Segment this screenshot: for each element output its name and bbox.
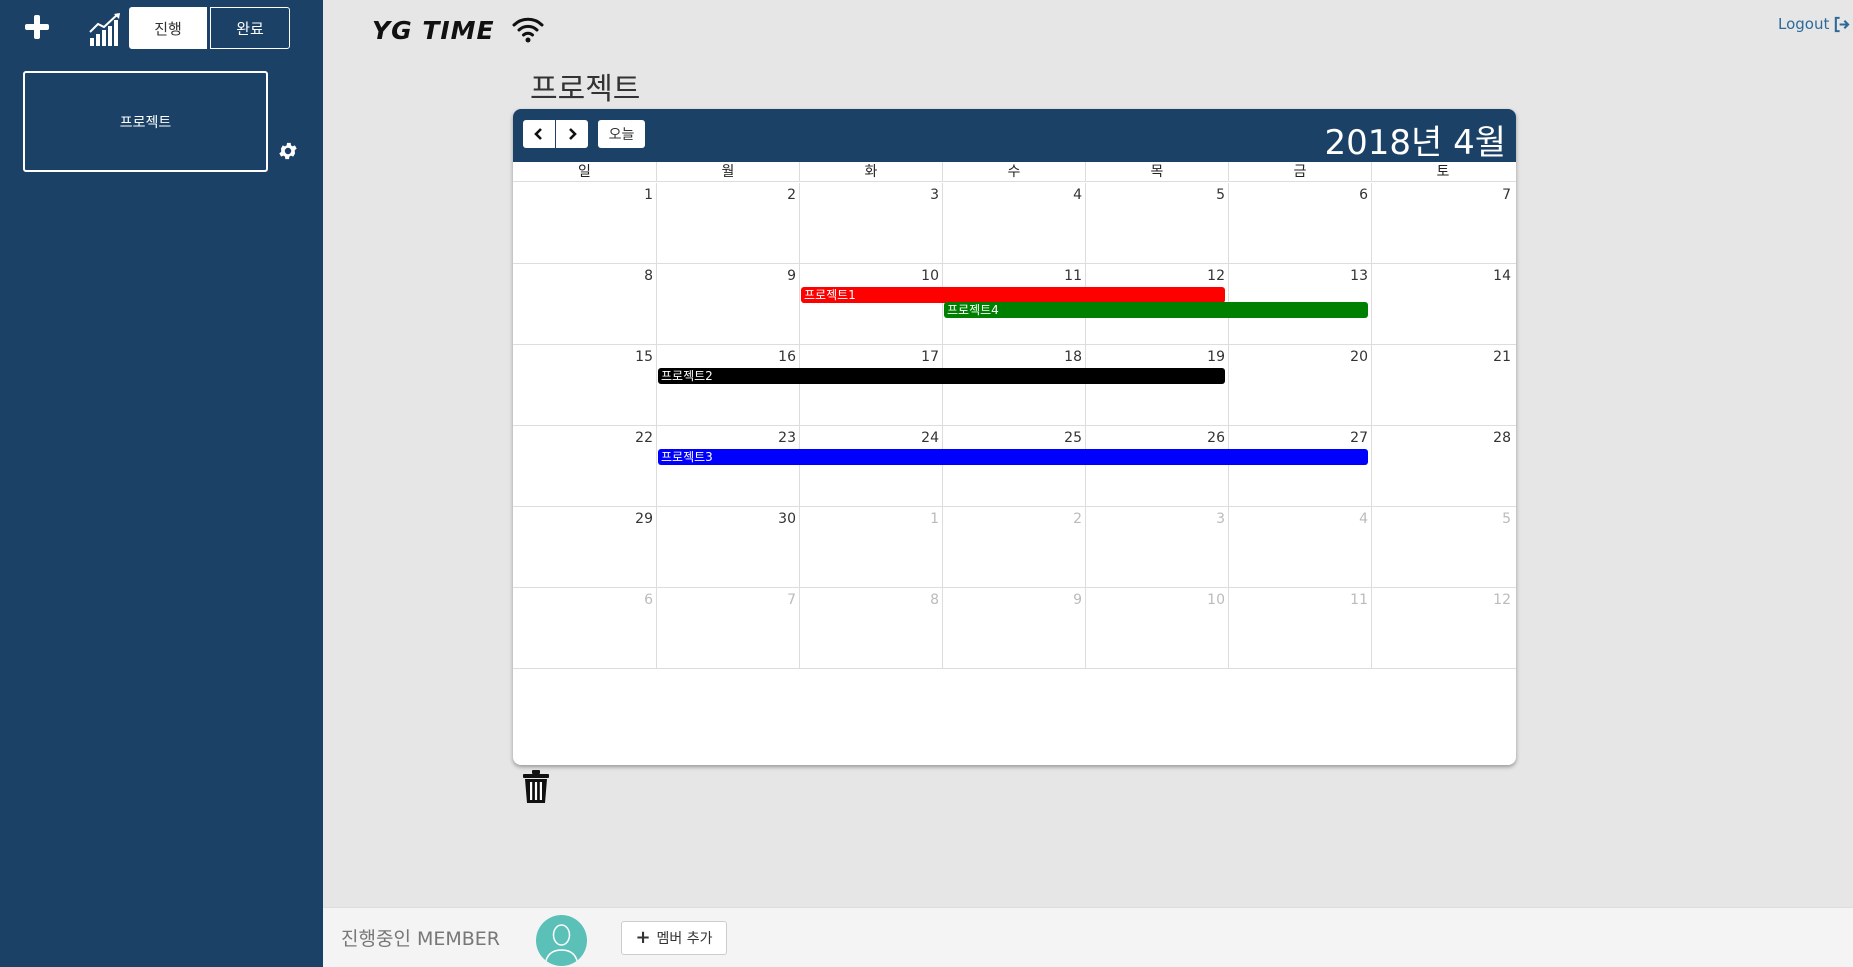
day-cell[interactable]: 7 — [656, 588, 799, 668]
day-cell[interactable]: 10 — [799, 264, 942, 344]
calendar: 오늘 2018년 4월 일월화수목금토 1 2 3 4 5 6 7 8 9 10 11 12 13 14 1… — [513, 109, 1516, 765]
day-cell[interactable]: 2 — [942, 507, 1085, 587]
weekday-label: 월 — [656, 162, 799, 181]
month-title: 2018년 4월 — [1324, 123, 1506, 163]
day-cell[interactable]: 28 — [1371, 426, 1514, 506]
plus-icon[interactable] — [22, 12, 52, 42]
user-silhouette-icon — [544, 924, 579, 966]
add-member-button[interactable]: + 멤버 추가 — [621, 921, 727, 955]
add-member-label: 멤버 추가 — [656, 931, 713, 947]
member-footer: 진행중인 MEMBER + 멤버 추가 — [323, 907, 1853, 967]
wifi-icon — [512, 17, 544, 43]
calendar-week: 1234567 — [513, 183, 1516, 264]
day-cell[interactable]: 8 — [799, 588, 942, 668]
weekday-label: 목 — [1085, 162, 1228, 181]
app-logo: YG TIME — [372, 16, 495, 45]
weekday-label: 화 — [799, 162, 942, 181]
today-button[interactable]: 오늘 — [598, 120, 645, 148]
calendar-week: 15 16 17 18 19 20 21 — [513, 345, 1516, 426]
sidebar: 진행 완료 프로젝트 — [0, 0, 323, 967]
calendar-event[interactable]: 프로젝트1 — [801, 287, 1225, 303]
next-month-button[interactable] — [556, 120, 588, 148]
plus-icon: + — [635, 927, 651, 948]
day-cell[interactable]: 1 — [513, 183, 656, 263]
weekday-label: 토 — [1371, 162, 1514, 181]
calendar-week: 29 30 1 2 3 4 5 — [513, 507, 1516, 588]
day-cell[interactable]: 17 — [799, 345, 942, 425]
day-cell[interactable]: 6 — [513, 588, 656, 668]
calendar-week: 22 23 24 25 26 27 28 — [513, 426, 1516, 507]
day-cell[interactable]: 25 — [942, 426, 1085, 506]
day-cell[interactable]: 4 — [1228, 507, 1371, 587]
logout-label: Logout — [1778, 15, 1830, 33]
day-cell[interactable]: 2 — [656, 183, 799, 263]
calendar-event[interactable]: 프로젝트3 — [658, 449, 1368, 465]
day-cell[interactable]: 26 — [1085, 426, 1228, 506]
day-cell[interactable]: 1 — [799, 507, 942, 587]
day-cell[interactable]: 18 — [942, 345, 1085, 425]
gear-icon[interactable] — [277, 140, 299, 162]
day-cell[interactable]: 27 — [1228, 426, 1371, 506]
day-cell[interactable]: 7 — [1371, 183, 1514, 263]
day-cell[interactable]: 15 — [513, 345, 656, 425]
day-cell[interactable]: 4 — [942, 183, 1085, 263]
chevron-right-icon — [569, 128, 577, 140]
day-cell[interactable]: 21 — [1371, 345, 1514, 425]
weekday-header: 일 월화수목금토 — [513, 162, 1516, 182]
day-cell[interactable]: 9 — [656, 264, 799, 344]
day-cell[interactable]: 24 — [799, 426, 942, 506]
project-card[interactable]: 프로젝트 — [23, 71, 268, 172]
day-cell[interactable]: 14 — [1371, 264, 1514, 344]
avatar[interactable] — [536, 915, 587, 966]
weekday-label: 일 — [578, 164, 591, 180]
project-card-label: 프로젝트 — [119, 114, 172, 131]
day-cell[interactable]: 10 — [1085, 588, 1228, 668]
day-cell[interactable]: 6 — [1228, 183, 1371, 263]
tab-in-progress[interactable]: 진행 — [129, 7, 207, 49]
prev-month-button[interactable] — [523, 120, 555, 148]
day-cell[interactable]: 19 — [1085, 345, 1228, 425]
calendar-week: 6 7 8 9 10 11 12 — [513, 588, 1516, 669]
day-cell[interactable]: 29 — [513, 507, 656, 587]
day-cell[interactable]: 12 — [1371, 588, 1514, 668]
logout-icon — [1835, 16, 1850, 32]
day-cell[interactable]: 8 — [513, 264, 656, 344]
page-title: 프로젝트 — [530, 72, 641, 107]
day-cell[interactable]: 22 — [513, 426, 656, 506]
calendar-toolbar: 오늘 2018년 4월 — [513, 109, 1516, 163]
day-cell[interactable]: 30 — [656, 507, 799, 587]
member-label: 진행중인 MEMBER — [341, 928, 500, 950]
calendar-event[interactable]: 프로젝트2 — [658, 368, 1225, 384]
weekday-label: 수 — [942, 162, 1085, 181]
day-cell[interactable]: 11 — [1228, 588, 1371, 668]
chevron-left-icon — [534, 128, 542, 140]
trash-icon[interactable] — [522, 770, 550, 804]
day-cell[interactable]: 20 — [1228, 345, 1371, 425]
day-cell[interactable]: 5 — [1371, 507, 1514, 587]
day-cell[interactable]: 23 — [656, 426, 799, 506]
day-cell[interactable]: 5 — [1085, 183, 1228, 263]
day-cell[interactable]: 9 — [942, 588, 1085, 668]
tab-completed[interactable]: 완료 — [210, 7, 290, 49]
chart-icon[interactable] — [88, 12, 124, 48]
day-cell[interactable]: 3 — [1085, 507, 1228, 587]
day-cell[interactable]: 3 — [799, 183, 942, 263]
logout-link[interactable]: Logout — [1778, 15, 1850, 33]
day-cell[interactable]: 16 — [656, 345, 799, 425]
weekday-label: 금 — [1228, 162, 1371, 181]
calendar-event[interactable]: 프로젝트4 — [944, 302, 1368, 318]
